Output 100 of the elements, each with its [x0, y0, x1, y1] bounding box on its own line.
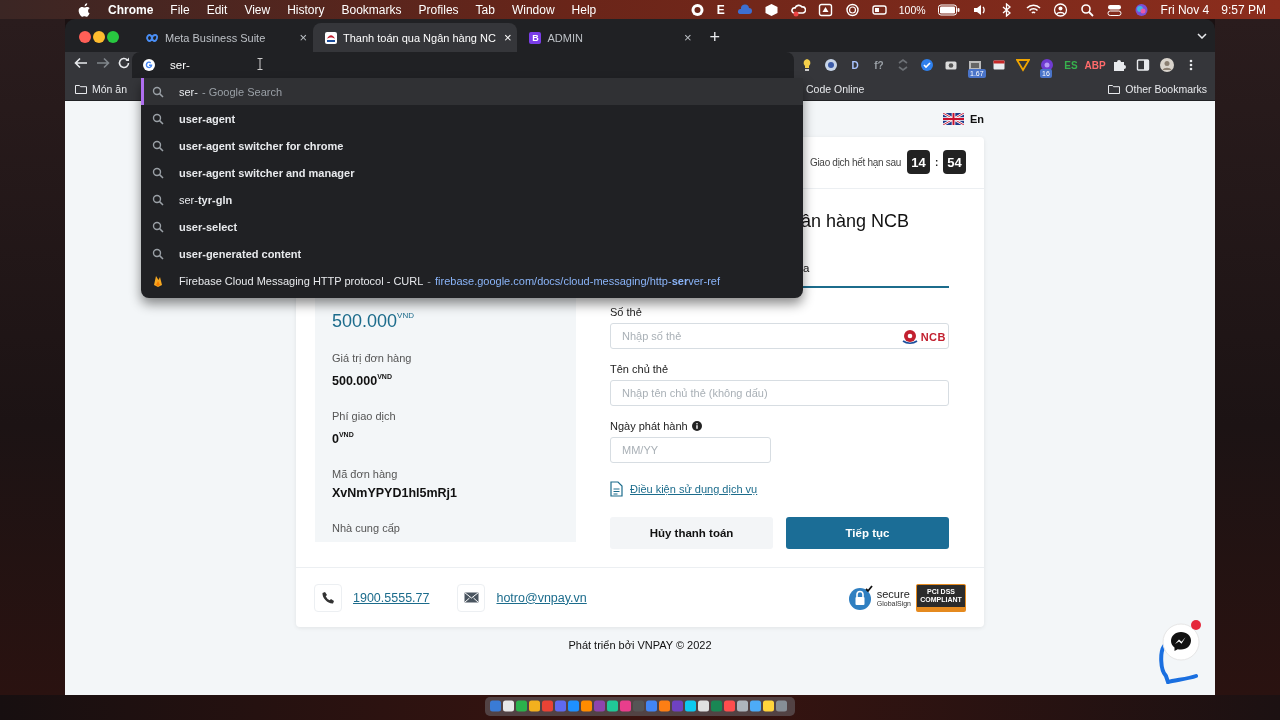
new-tab-button[interactable]: +: [705, 28, 724, 46]
suggestion-item[interactable]: user-agent switcher and manager: [141, 159, 803, 186]
suggestion-item[interactable]: user-generated content: [141, 240, 803, 267]
side-panel-icon[interactable]: [1136, 58, 1150, 72]
timer-minutes: 14: [906, 150, 930, 175]
tab-close-button[interactable]: ×: [681, 30, 694, 45]
search-icon: [152, 193, 164, 206]
language-option[interactable]: En: [969, 113, 984, 125]
clock-text: 9:57 PM: [1221, 2, 1266, 17]
extension-icon[interactable]: ES: [1064, 59, 1078, 71]
browser-tab[interactable]: Meta Business Suite ×: [133, 23, 313, 52]
address-field[interactable]: ser-: [132, 52, 794, 78]
apple-icon: [78, 2, 91, 17]
drive-icon[interactable]: [817, 2, 833, 17]
summary-value: XvNmYPYD1hl5mRj1: [332, 484, 459, 502]
timer-label: Giao dịch hết hạn sau: [809, 156, 901, 168]
user-icon[interactable]: [1052, 2, 1068, 17]
phone-icon: [321, 591, 335, 605]
extension-icon[interactable]: [992, 58, 1006, 72]
battery-icon[interactable]: [937, 3, 960, 16]
tab-close-button[interactable]: ×: [501, 30, 514, 45]
summary-label: Mã đơn hàng: [332, 466, 399, 482]
summary-label: Phí giao dịch: [332, 408, 397, 424]
bank-logo-text: NCB: [920, 330, 946, 343]
menu-item[interactable]: Profiles: [418, 2, 459, 17]
bookmark-item[interactable]: Món ăn: [92, 83, 128, 95]
timer-seconds: 54: [943, 150, 966, 175]
folder-icon: [75, 84, 87, 94]
menu-item[interactable]: History: [287, 2, 325, 17]
suggestion-item[interactable]: Firebase Cloud Messaging HTTP protocol - CURL - firebase.google.com/docs/cloud-messaging/http-server-ref: [141, 267, 803, 294]
bookmark-item[interactable]: Other Bookmarks: [1125, 83, 1207, 95]
app-menu[interactable]: Chrome: [108, 2, 154, 17]
copyright-text: Phát triển bởi VNPAY © 2022: [567, 638, 713, 653]
continue-button[interactable]: Tiếp tục: [786, 516, 949, 549]
close-window-icon[interactable]: [79, 30, 91, 43]
dock-drawing[interactable]: [485, 697, 795, 716]
menu-item[interactable]: Window: [511, 2, 555, 17]
battery-percentage: 100%: [898, 3, 926, 16]
field-label: Ngày phát hành: [610, 418, 688, 434]
suggestion-item[interactable]: user-agent switcher for chrome: [141, 132, 803, 159]
extension-icon[interactable]: f?: [874, 59, 884, 71]
volume-icon[interactable]: [971, 2, 987, 17]
bank-logo-icon: [901, 328, 920, 345]
suggestion-item[interactable]: ser- - Google Search: [141, 78, 803, 105]
timer-separator: :: [934, 156, 938, 168]
input-field[interactable]: MM/YY: [610, 436, 771, 463]
tab-close-button[interactable]: ×: [297, 30, 309, 45]
info-icon[interactable]: [691, 420, 702, 431]
extension-icon[interactable]: ABP: [1084, 59, 1106, 71]
back-arrow-icon[interactable]: [74, 56, 88, 69]
menu-item[interactable]: Edit: [206, 2, 228, 17]
browser-tab[interactable]: Thanh toán qua Ngân hàng NC ×: [313, 23, 518, 52]
search-icon: [152, 112, 164, 125]
input-field[interactable]: Nhập tên chủ thẻ (không dấu): [610, 379, 949, 406]
menu-item[interactable]: View: [244, 2, 271, 17]
chevron-down-icon[interactable]: [1197, 32, 1207, 39]
minimize-window-icon[interactable]: [93, 30, 105, 43]
suggestion-item[interactable]: user-agent: [141, 105, 803, 132]
flame-icon: [152, 274, 164, 287]
menu-item[interactable]: Bookmarks: [341, 2, 402, 17]
search-icon[interactable]: [1079, 2, 1095, 17]
cloud-icon[interactable]: [790, 2, 806, 17]
zoom-window-icon[interactable]: [107, 30, 119, 43]
infinity-icon: [145, 32, 159, 43]
menu-item[interactable]: Tab: [475, 2, 495, 17]
flag-icon[interactable]: [942, 113, 964, 125]
cube-icon[interactable]: [763, 2, 779, 17]
puzzle-icon[interactable]: [1112, 58, 1126, 72]
extension-icon[interactable]: D: [851, 59, 859, 71]
search-icon: [152, 166, 164, 179]
extension-icon[interactable]: [968, 58, 982, 72]
menu-item[interactable]: Help: [571, 2, 597, 17]
toggle-icon[interactable]: [1106, 2, 1122, 17]
browser-tab[interactable]: B ADMIN ×: [517, 23, 698, 52]
forward-arrow-icon[interactable]: [96, 56, 110, 69]
field-label: Số thẻ: [610, 304, 642, 320]
text-cursor-icon: [257, 58, 263, 70]
phone-link[interactable]: 1900.5555.77: [353, 590, 430, 605]
status-item[interactable]: E: [716, 2, 725, 17]
extension-icon[interactable]: [920, 58, 934, 72]
bank-logo-icon: [325, 31, 337, 44]
tab-favicon: B: [529, 31, 542, 44]
extension-icon[interactable]: [1016, 58, 1030, 72]
circle-icon[interactable]: [844, 2, 860, 17]
messenger-icon[interactable]: [1162, 619, 1204, 661]
avatar-icon[interactable]: [1160, 58, 1174, 72]
menu-item[interactable]: File: [170, 2, 190, 17]
siri-icon[interactable]: [1133, 2, 1149, 17]
extension-icon[interactable]: [824, 58, 838, 72]
reload-icon[interactable]: [118, 56, 130, 69]
terms-link[interactable]: Điều kiện sử dụng dịch vụ: [630, 479, 758, 498]
suggestion-item[interactable]: ser-tyr-gln: [141, 186, 803, 213]
amount-text: 500.000$^{VND}$: [332, 309, 415, 332]
suggestion-item[interactable]: user-select: [141, 213, 803, 240]
secure-badge-text: secure: [876, 588, 911, 600]
cancel-button[interactable]: Hủy thanh toán: [610, 516, 773, 549]
display-icon[interactable]: [871, 2, 887, 17]
bookmark-item[interactable]: Code Online: [806, 83, 865, 95]
email-link[interactable]: hotro@vnpay.vn: [496, 590, 587, 605]
record-icon[interactable]: [689, 2, 705, 17]
